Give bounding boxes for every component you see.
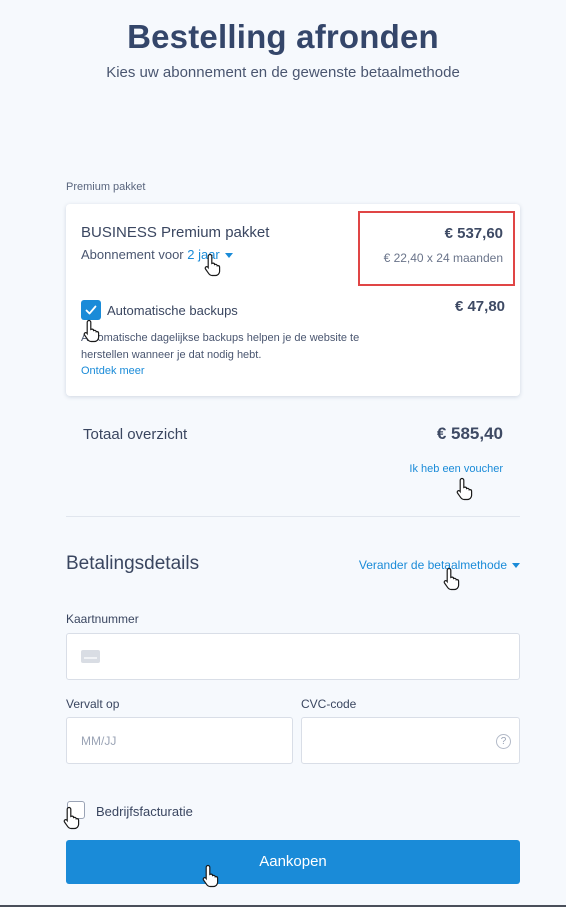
credit-card-icon [81, 650, 100, 663]
package-name: BUSINESS Premium pakket [81, 224, 270, 241]
chevron-down-icon[interactable] [512, 563, 520, 569]
hand-cursor-icon [63, 806, 80, 830]
discover-more-link[interactable]: Ontdek meer [81, 365, 145, 377]
buy-button[interactable]: Aankopen [66, 840, 520, 884]
section-divider [66, 516, 520, 517]
total-label: Totaal overzicht [83, 426, 188, 443]
package-section-label: Premium pakket [66, 181, 146, 193]
hand-cursor-icon [83, 319, 100, 343]
package-price-breakdown: € 22,40 x 24 maanden [383, 251, 503, 265]
hand-cursor-icon [202, 864, 219, 888]
package-price: € 537,60 [444, 225, 503, 242]
price-highlight-box: € 537,60 € 22,40 x 24 maanden [358, 211, 515, 286]
hand-cursor-icon [443, 567, 460, 591]
question-circle-icon[interactable]: ? [496, 734, 511, 749]
backups-price: € 47,80 [454, 298, 505, 315]
cvc-label: CVC-code [301, 697, 357, 711]
expiry-label: Vervalt op [66, 697, 120, 711]
hand-cursor-icon [204, 253, 221, 277]
backups-label[interactable]: Automatische backups [107, 303, 238, 318]
page-subtitle: Kies uw abonnement en de gewenste betaal… [106, 64, 460, 81]
chevron-down-icon[interactable] [224, 253, 233, 259]
backups-checkbox[interactable] [81, 300, 101, 320]
card-number-label: Kaartnummer [66, 612, 139, 626]
checkout-page: Bestelling afronden Kies uw abonnement e… [0, 0, 566, 907]
change-payment-method-label[interactable]: Verander de betaalmethode [359, 558, 507, 572]
voucher-link[interactable]: Ik heb een voucher [409, 463, 503, 475]
backups-description: Automatische dagelijkse backups helpen j… [81, 332, 360, 361]
change-payment-method-dropdown[interactable]: Verander de betaalmethode [359, 558, 520, 572]
total-value: € 585,40 [436, 424, 503, 443]
package-card: BUSINESS Premium pakket Abonnement voor … [66, 204, 520, 396]
subscription-period-prefix: Abonnement voor [81, 247, 188, 262]
expiry-input[interactable] [66, 717, 293, 764]
card-number-input[interactable] [66, 633, 520, 680]
company-billing-label[interactable]: Bedrijfsfacturatie [96, 804, 193, 819]
hand-cursor-icon [456, 477, 473, 501]
payment-details-title: Betalingsdetails [66, 553, 200, 574]
cvc-input[interactable] [301, 717, 520, 764]
checkmark-icon [85, 305, 97, 315]
page-title: Bestelling afronden [127, 18, 439, 55]
